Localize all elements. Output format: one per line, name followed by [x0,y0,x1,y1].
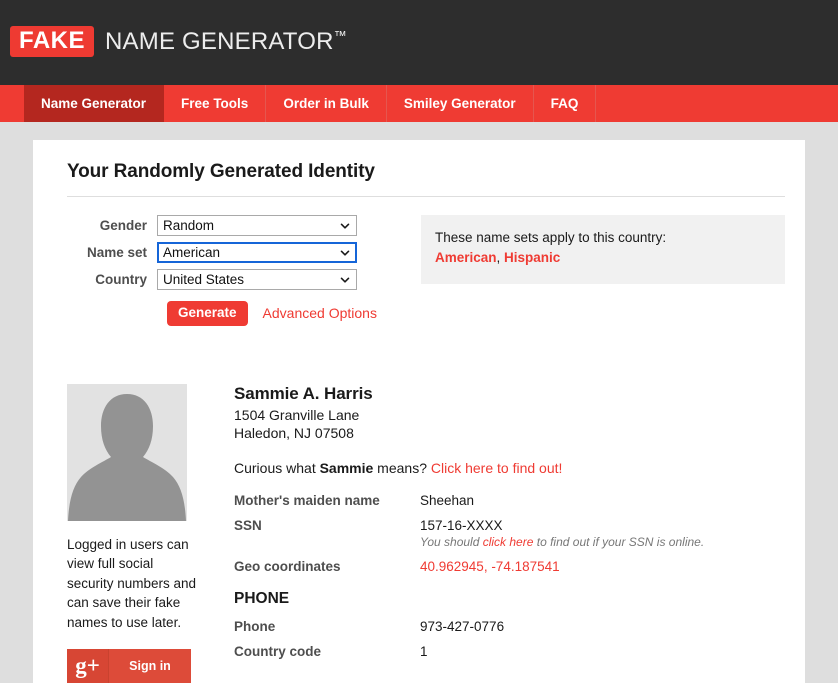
logo-title-text: NAME GENERATOR [105,28,334,55]
gender-label: Gender [67,218,157,233]
gender-select[interactable]: Random [157,215,357,236]
identity-street: 1504 Granville Lane [234,406,785,425]
logo-title: NAME GENERATOR™ [105,29,347,54]
table-row: Country code 1 [234,644,785,669]
nameset-link-american[interactable]: American [435,250,497,265]
generate-button[interactable]: Generate [167,301,248,326]
identity-citystatezip: Haledon, NJ 07508 [234,424,785,443]
nameset-info-region: These name sets apply to this country: A… [405,215,785,326]
page-title: Your Randomly Generated Identity [53,140,785,196]
nav-item-smiley-generator[interactable]: Smiley Generator [387,85,534,122]
generator-form-region: Gender Random Name set American [53,197,785,326]
curious-name: Sammie [320,460,374,476]
row-value-ssn: 157-16-XXXX You should click here to fin… [420,518,785,559]
row-value-mothers-maiden-name: Sheehan [420,493,785,518]
table-row: Phone 973-427-0776 [234,619,785,644]
gender-row: Gender Random [67,215,405,236]
google-signin-button[interactable]: g+ Sign in [67,649,191,683]
nameset-select[interactable]: American [157,242,357,263]
row-value-geo-coordinates[interactable]: 40.962945, -74.187541 [420,559,785,584]
nameset-info-intro: These name sets apply to this country: [435,228,771,248]
chevron-down-icon [340,248,350,258]
row-label-geo-coordinates: Geo coordinates [234,559,420,584]
country-select-value: United States [163,272,340,287]
identity-sidebar: Logged in users can view full social sec… [67,384,227,683]
nameset-row: Name set American [67,242,405,263]
avatar [67,384,187,521]
generator-form: Gender Random Name set American [53,215,405,326]
curious-suffix: means? [373,460,431,476]
phone-section-heading: PHONE [234,584,785,619]
chevron-down-icon [340,275,350,285]
nameset-label: Name set [67,245,157,260]
ssn-note-suffix: to find out if your SSN is online. [533,535,704,549]
google-plus-icon: g+ [67,649,109,683]
identity-details-region: Logged in users can view full social sec… [53,326,785,683]
row-label-phone: Phone [234,619,420,644]
site-logo[interactable]: FAKE NAME GENERATOR™ [10,23,347,59]
country-select[interactable]: United States [157,269,357,290]
row-value-country-code: 1 [420,644,785,669]
ssn-note: You should click here to find out if you… [420,535,785,549]
trademark-symbol: ™ [334,28,347,43]
logo-badge: FAKE [10,26,94,57]
nameset-info-box: These name sets apply to this country: A… [421,215,785,284]
row-label-ssn: SSN [234,518,420,559]
nav-item-name-generator[interactable]: Name Generator [24,85,164,122]
site-header: FAKE NAME GENERATOR™ [0,0,838,85]
phone-detail-table: Phone 973-427-0776 Country code 1 [234,619,785,669]
table-row: SSN 157-16-XXXX You should click here to… [234,518,785,559]
person-silhouette-icon [67,384,187,521]
country-label: Country [67,272,157,287]
row-label-country-code: Country code [234,644,420,669]
row-value-phone: 973-427-0776 [420,619,785,644]
nameset-separator: , [497,250,505,265]
name-meaning-line: Curious what Sammie means? Click here to… [234,460,785,476]
identity-card: Your Randomly Generated Identity Gender … [33,140,805,683]
name-meaning-link[interactable]: Click here to find out! [431,460,563,476]
curious-prefix: Curious what [234,460,320,476]
identity-content: Sammie A. Harris 1504 Granville Lane Hal… [227,384,785,683]
nav-item-order-in-bulk[interactable]: Order in Bulk [266,85,387,122]
advanced-options-link[interactable]: Advanced Options [263,305,377,321]
table-row: Mother's maiden name Sheehan [234,493,785,518]
nameset-select-value: American [163,245,340,260]
nav-item-faq[interactable]: FAQ [534,85,597,122]
table-row: Geo coordinates 40.962945, -74.187541 [234,559,785,584]
chevron-down-icon [340,221,350,231]
country-row: Country United States [67,269,405,290]
main-navigation: Name Generator Free Tools Order in Bulk … [0,85,838,122]
ssn-check-link[interactable]: click here [483,535,534,549]
logged-in-note: Logged in users can view full social sec… [67,535,201,633]
identity-name: Sammie A. Harris [234,384,785,404]
row-label-mothers-maiden-name: Mother's maiden name [234,493,420,518]
nav-item-free-tools[interactable]: Free Tools [164,85,266,122]
nameset-link-hispanic[interactable]: Hispanic [504,250,560,265]
gender-select-value: Random [163,218,340,233]
google-signin-label: Sign in [109,649,191,683]
form-actions: Generate Advanced Options [167,301,405,326]
identity-detail-table: Mother's maiden name Sheehan SSN 157-16-… [234,493,785,584]
ssn-value: 157-16-XXXX [420,518,785,533]
ssn-note-prefix: You should [420,535,483,549]
nameset-info-list: American, Hispanic [435,248,771,268]
